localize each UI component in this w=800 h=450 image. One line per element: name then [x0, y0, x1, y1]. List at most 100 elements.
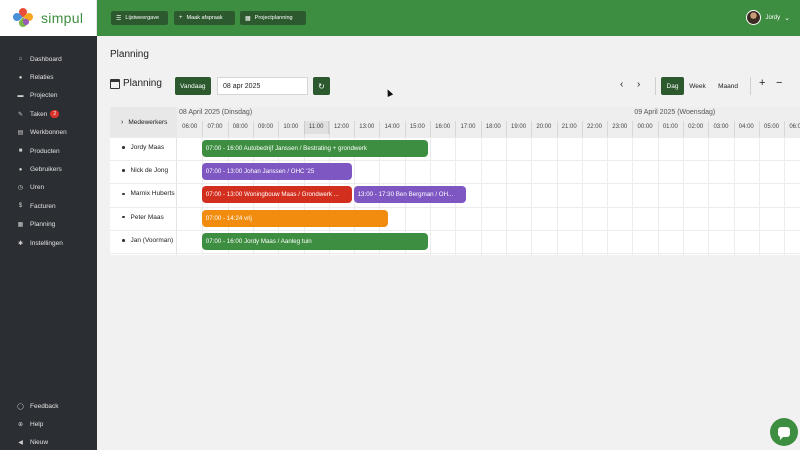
list-view-button[interactable]: ☰ Lijstweergave [111, 11, 168, 25]
user-menu[interactable]: Jordy ⌄ [746, 10, 790, 25]
grid-line [581, 137, 583, 255]
timeline-header: 08 April 2025 (Dinsdag) 09 April 2025 (Wo… [110, 107, 800, 137]
prev-button[interactable]: ‹ [620, 79, 623, 90]
grid-line [708, 137, 710, 255]
resource-header[interactable]: › Medewerkers [110, 107, 177, 137]
folder-icon: ▬ [17, 92, 24, 99]
refresh-button[interactable]: ↻ [313, 77, 330, 95]
resource-row[interactable]: Marnix Huberts [122, 190, 175, 197]
hour-label: 19:00 [511, 124, 527, 130]
hour-label: 08:00 [232, 124, 248, 130]
document-icon: ▤ [17, 130, 24, 137]
sidebar-item-label: Help [30, 420, 44, 428]
chat-icon [778, 427, 790, 440]
planning-timeline: 08 April 2025 (Dinsdag) 09 April 2025 (Wo… [110, 107, 800, 255]
resource-row[interactable]: Jordy Maas [122, 144, 164, 151]
sidebar-item-facturen[interactable]: $ Facturen [0, 197, 97, 215]
row-divider [110, 137, 800, 138]
users-icon: ● [18, 166, 23, 173]
simpul-logo-icon [11, 6, 35, 29]
sidebar-item-taken[interactable]: ✎ Taken 2 [0, 105, 97, 123]
row-divider [110, 183, 800, 185]
planning-event[interactable]: 13:00 - 17:30 Ben Bergman / OH... [353, 186, 466, 204]
resource-row[interactable]: Jan (Voorman) [122, 237, 173, 244]
hour-label: 12:00 [333, 124, 349, 130]
hour-label: 17:00 [460, 124, 476, 130]
gear-icon: ✱ [17, 240, 24, 247]
page-title: Planning [110, 49, 149, 60]
divider [655, 77, 656, 95]
today-button[interactable]: Vandaag [175, 77, 211, 95]
hour-label: 11:00 [303, 121, 329, 134]
hour-label: 18:00 [485, 124, 501, 130]
planning-event[interactable]: 07:00 - 13:00 Johan Janssen / OHC '25 [201, 163, 353, 181]
sidebar-item-dashboard[interactable]: ⌂ Dashboard [0, 50, 97, 68]
grid-line [784, 137, 786, 255]
sidebar-item-werkbonnen[interactable]: ▤ Werkbonnen [0, 124, 97, 142]
hour-label: 22:00 [586, 124, 602, 130]
grid-line [733, 137, 735, 255]
avatar [746, 10, 762, 25]
resource-column: Jordy Maas Nick de Jong Marnix Huberts Pete… [110, 137, 177, 255]
sidebar-item-label: Instellingen [30, 239, 63, 247]
sidebar-item-gebruikers[interactable]: ● Gebruikers [0, 160, 97, 178]
next-button[interactable]: › [637, 79, 640, 90]
sidebar-item-feedback[interactable]: ◯ Feedback [0, 397, 97, 415]
hour-label: 09:00 [258, 124, 274, 130]
sidebar-item-help[interactable]: ⊕ Help [0, 415, 97, 433]
sidebar-item-label: Projecten [30, 92, 58, 100]
planning-toolbar: Planning Vandaag 08 apr 2025 ↻ ‹ › Dag W… [110, 77, 800, 95]
brand[interactable]: simpul [0, 0, 97, 36]
sidebar-item-relaties[interactable]: ● Relaties [0, 68, 97, 86]
resource-row[interactable]: Nick de Jong [122, 167, 168, 174]
home-icon: ⌂ [18, 56, 23, 63]
sidebar-item-label: Gebruikers [30, 166, 62, 174]
calendar-icon: ▦ [245, 15, 251, 22]
sidebar-item-label: Planning [30, 221, 56, 229]
expand-icon: › [121, 118, 124, 126]
planning-event[interactable]: 07:00 - 16:00 Autobedrijf Janssen / Best… [201, 140, 428, 157]
grid-line [683, 137, 684, 255]
calendar-icon [110, 78, 120, 89]
sidebar-item-uren[interactable]: ◷ Uren [0, 179, 97, 197]
chat-button[interactable] [770, 418, 798, 446]
row-divider [110, 160, 800, 162]
zoom-in-button[interactable]: + [759, 77, 765, 89]
hour-label: 16:00 [435, 124, 451, 130]
planning-event[interactable]: 07:00 - 13:00 Woningbouw Maas / Grondwer… [201, 186, 353, 204]
resource-name: Marnix Huberts [130, 190, 175, 198]
sidebar-item-producten[interactable]: ■ Producten [0, 142, 97, 160]
pin-icon: ✎ [17, 111, 24, 118]
grid-line [505, 137, 507, 255]
sidebar-item-instellingen[interactable]: ✱ Instellingen [0, 234, 97, 252]
row-divider [110, 253, 800, 254]
calendar-icon: ▦ [17, 222, 24, 229]
project-planning-button[interactable]: ▦ Projectplanning [240, 11, 306, 25]
plus-icon: + [179, 15, 183, 21]
planning-event[interactable]: 07:00 - 16:00 Jordy Maas / Aanleg tuin [201, 232, 428, 250]
sidebar-item-nieuw[interactable]: ◀ Nieuw [0, 434, 97, 450]
make-appointment-button[interactable]: + Maak afspraak [174, 11, 235, 25]
sidebar-item-label: Facturen [30, 202, 56, 210]
sidebar-item-planning[interactable]: ▦ Planning [0, 216, 97, 234]
sidebar-item-label: Relaties [30, 74, 54, 82]
day-label: 09 April 2025 (Woensdag) [634, 109, 716, 116]
resource-row[interactable]: Peter Maas [122, 214, 164, 221]
megaphone-icon: ◀ [18, 440, 23, 447]
date-input[interactable]: 08 apr 2025 [217, 77, 308, 95]
view-day-button[interactable]: Dag [661, 77, 684, 95]
view-month-button[interactable]: Maand [713, 77, 743, 95]
dollar-icon: $ [18, 203, 23, 210]
refresh-icon: ↻ [318, 81, 325, 91]
sidebar-item-projecten[interactable]: ▬ Projecten [0, 87, 97, 105]
hour-label: 07:00 [207, 124, 223, 130]
sidebar-nav: ⌂ Dashboard ● Relaties ▬ Projecten ✎ Taken 2 ▤ Wer… [0, 50, 97, 252]
row-divider [110, 229, 800, 231]
grid-line [758, 137, 760, 255]
zoom-out-button[interactable]: − [776, 77, 782, 89]
topbar: ☰ Lijstweergave + Maak afspraak ▦ Projec… [97, 0, 800, 36]
planning-event[interactable]: 07:00 - 14:24 vrij [201, 209, 388, 227]
hour-label: 13:00 [359, 124, 375, 130]
view-week-button[interactable]: Week [686, 77, 709, 95]
make-appointment-label: Maak afspraak [186, 15, 223, 21]
